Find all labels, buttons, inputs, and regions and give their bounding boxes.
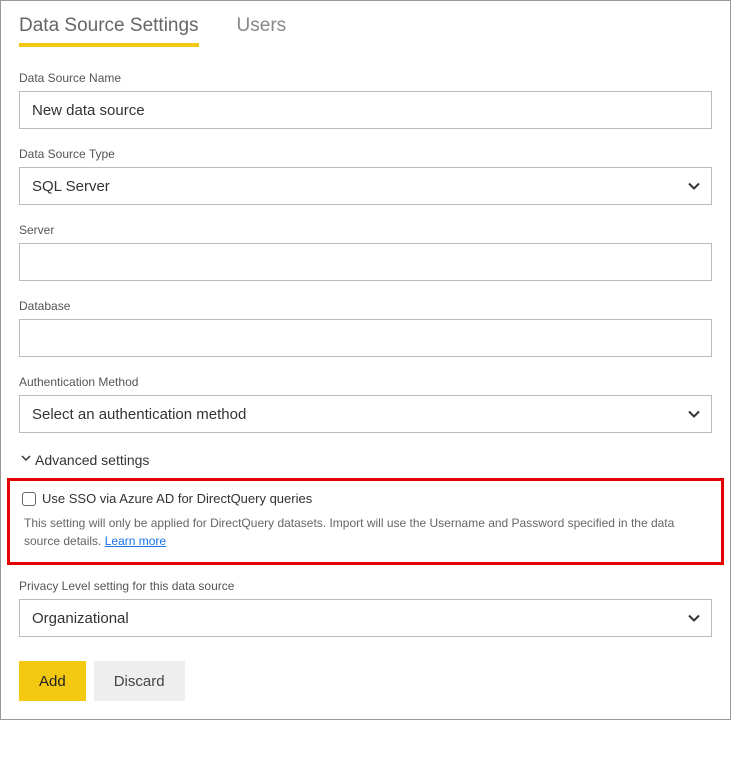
data-source-settings-panel: Data Source Settings Users Data Source N… bbox=[0, 0, 731, 720]
field-group-database: Database bbox=[19, 299, 712, 357]
data-source-name-input[interactable] bbox=[19, 91, 712, 129]
data-source-name-label: Data Source Name bbox=[19, 71, 712, 85]
add-button[interactable]: Add bbox=[19, 661, 86, 701]
data-source-type-select[interactable]: SQL Server bbox=[19, 167, 712, 205]
chevron-down-icon bbox=[19, 451, 33, 468]
advanced-settings-label: Advanced settings bbox=[35, 452, 149, 468]
server-input[interactable] bbox=[19, 243, 712, 281]
field-group-name: Data Source Name bbox=[19, 71, 712, 129]
database-input[interactable] bbox=[19, 319, 712, 357]
tab-users[interactable]: Users bbox=[237, 15, 287, 47]
sso-helper-text: This setting will only be applied for Di… bbox=[22, 514, 709, 550]
field-group-type: Data Source Type SQL Server bbox=[19, 147, 712, 205]
sso-highlight-box: Use SSO via Azure AD for DirectQuery que… bbox=[7, 478, 724, 565]
action-buttons: Add Discard bbox=[19, 661, 712, 701]
field-group-auth: Authentication Method Select an authenti… bbox=[19, 375, 712, 433]
privacy-level-select[interactable]: Organizational bbox=[19, 599, 712, 637]
tab-data-source-settings[interactable]: Data Source Settings bbox=[19, 15, 199, 47]
auth-method-select[interactable]: Select an authentication method bbox=[19, 395, 712, 433]
sso-checkbox-label: Use SSO via Azure AD for DirectQuery que… bbox=[42, 491, 312, 506]
database-label: Database bbox=[19, 299, 712, 313]
sso-checkbox-row: Use SSO via Azure AD for DirectQuery que… bbox=[22, 491, 709, 506]
server-label: Server bbox=[19, 223, 712, 237]
field-group-server: Server bbox=[19, 223, 712, 281]
sso-checkbox[interactable] bbox=[22, 492, 36, 506]
discard-button[interactable]: Discard bbox=[94, 661, 185, 701]
privacy-level-label: Privacy Level setting for this data sour… bbox=[19, 579, 712, 593]
tab-bar: Data Source Settings Users bbox=[19, 15, 712, 47]
learn-more-link[interactable]: Learn more bbox=[105, 534, 166, 548]
auth-method-label: Authentication Method bbox=[19, 375, 712, 389]
advanced-settings-toggle[interactable]: Advanced settings bbox=[19, 451, 712, 468]
field-group-privacy: Privacy Level setting for this data sour… bbox=[19, 579, 712, 637]
data-source-type-label: Data Source Type bbox=[19, 147, 712, 161]
